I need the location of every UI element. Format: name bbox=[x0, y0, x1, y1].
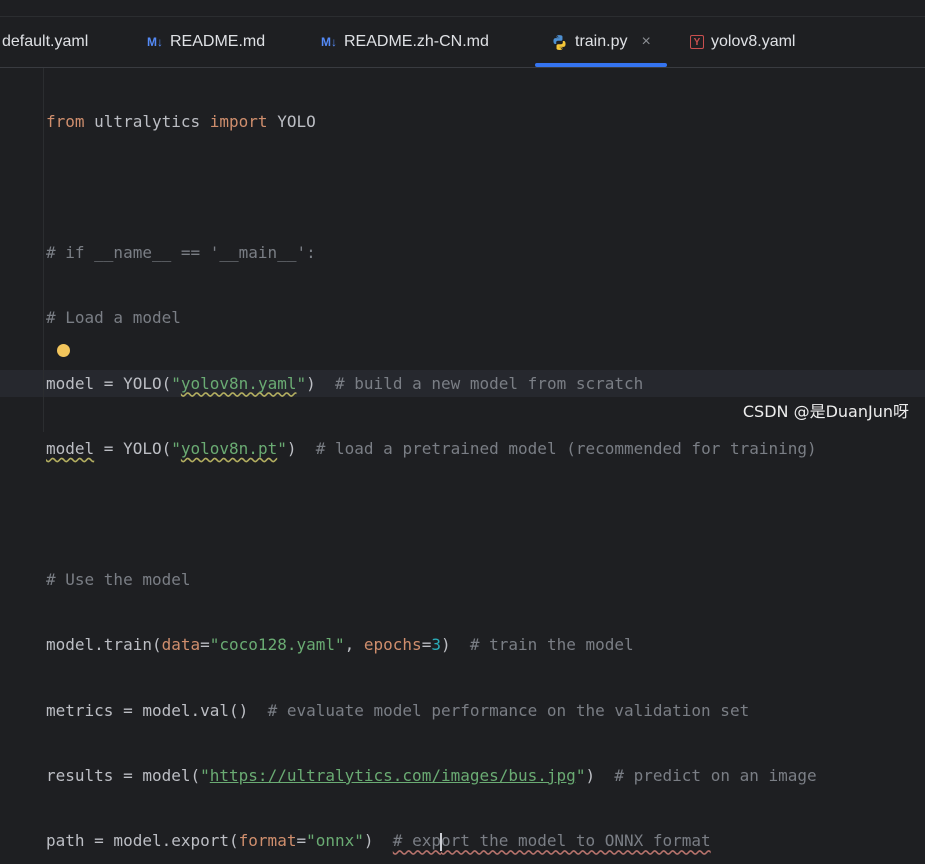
code-line-1: from ultralytics import YOLO bbox=[46, 108, 817, 135]
yaml-file-icon: Y bbox=[690, 35, 704, 49]
code-text: ) bbox=[306, 373, 336, 393]
tab-label: default.yaml bbox=[2, 33, 89, 50]
string-literal: yolov8n.yaml bbox=[180, 373, 297, 393]
code-content[interactable]: from ultralytics import YOLO # if __name… bbox=[46, 70, 817, 864]
code-line-3: # if __name__ == '__main__': bbox=[46, 242, 316, 262]
code-text: = bbox=[421, 635, 432, 655]
comment: # predict on an image bbox=[614, 765, 817, 785]
number-literal: 3 bbox=[431, 635, 441, 655]
string-quote: " bbox=[171, 438, 181, 458]
code-line-12: path = model.export(format="onnx") # exp… bbox=[46, 827, 817, 854]
tab-train-py[interactable]: train.py × bbox=[535, 17, 667, 67]
code-text: ) bbox=[440, 635, 470, 655]
code-line-10: metrics = model.val() # evaluate model p… bbox=[46, 697, 817, 724]
param-name: epochs bbox=[363, 635, 422, 655]
code-text: ) bbox=[363, 831, 393, 851]
code-text: results = model( bbox=[46, 765, 201, 785]
string-literal: yolov8n.pt bbox=[180, 438, 278, 458]
code-text: ultralytics bbox=[84, 112, 210, 131]
code-text: model = YOLO( bbox=[46, 373, 172, 393]
code-text: path = model.export( bbox=[46, 831, 239, 851]
code-editor[interactable]: from ultralytics import YOLO # if __name… bbox=[0, 68, 925, 851]
tab-readme-md[interactable]: M↓ README.md bbox=[147, 17, 265, 67]
string-quote: " bbox=[171, 373, 181, 393]
param-name: format bbox=[238, 831, 297, 851]
code-line-6: model = YOLO("yolov8n.pt") # load a pret… bbox=[46, 435, 817, 462]
string-literal: "onnx" bbox=[306, 831, 364, 851]
comment: # exp bbox=[392, 831, 441, 851]
code-text: = bbox=[296, 831, 307, 851]
comment: # build a new model from scratch bbox=[335, 373, 644, 393]
url-link[interactable]: https://ultralytics.com/images/bus.jpg bbox=[210, 766, 576, 785]
code-line-5: model = YOLO("yolov8n.yaml") # build a n… bbox=[46, 370, 817, 397]
string-quote: " bbox=[277, 438, 287, 458]
code-line-11: results = model("https://ultralytics.com… bbox=[46, 762, 817, 789]
code-text: model.train( bbox=[46, 635, 162, 655]
tab-label: train.py bbox=[575, 33, 628, 50]
param-name: data bbox=[161, 635, 201, 655]
comment: ort the model to ONNX format bbox=[440, 831, 711, 851]
markdown-file-icon: M↓ bbox=[147, 35, 163, 49]
python-file-icon bbox=[551, 34, 568, 51]
comment: # train the model bbox=[469, 635, 634, 655]
comment: # evaluate model performance on the vali… bbox=[267, 700, 750, 720]
code-text: metrics = model.val() bbox=[46, 700, 268, 720]
tab-label: README.zh-CN.md bbox=[344, 33, 489, 50]
variable: model bbox=[46, 438, 95, 458]
string-quote: " bbox=[296, 373, 307, 393]
editor-tab-bar: default.yaml M↓ README.md M↓ README.zh-C… bbox=[0, 17, 925, 68]
string-literal: "coco128.yaml" bbox=[209, 635, 345, 655]
code-line-4: # Load a model bbox=[46, 308, 181, 328]
tab-label: yolov8.yaml bbox=[711, 33, 796, 50]
code-text: YOLO bbox=[267, 112, 316, 131]
code-text: , bbox=[344, 635, 364, 655]
tab-readme-zh-cn-md[interactable]: M↓ README.zh-CN.md bbox=[321, 17, 489, 67]
string-quote: " bbox=[200, 765, 210, 785]
keyword: from bbox=[46, 112, 85, 131]
code-text: = bbox=[200, 635, 210, 655]
watermark: CSDN @是DuanJun呀 bbox=[742, 402, 909, 421]
tab-label: README.md bbox=[170, 33, 266, 50]
markdown-file-icon: M↓ bbox=[321, 35, 337, 49]
comment: # load a pretrained model (recommended f… bbox=[315, 438, 817, 458]
code-text: ) bbox=[286, 438, 316, 458]
gutter-separator bbox=[43, 68, 44, 432]
tab-yolov8-yaml[interactable]: Y yolov8.yaml bbox=[690, 17, 795, 67]
code-line-8: # Use the model bbox=[46, 569, 191, 589]
keyword: import bbox=[209, 112, 268, 131]
close-icon[interactable]: × bbox=[641, 33, 650, 51]
tab-default-yaml[interactable]: default.yaml bbox=[2, 17, 88, 67]
active-tab-indicator bbox=[535, 63, 667, 67]
code-text: = YOLO( bbox=[94, 438, 172, 458]
window-top-strip bbox=[0, 0, 925, 17]
code-text: ) bbox=[585, 765, 615, 785]
code-line-9: model.train(data="coco128.yaml", epochs=… bbox=[46, 631, 817, 658]
string-quote: " bbox=[575, 765, 586, 785]
